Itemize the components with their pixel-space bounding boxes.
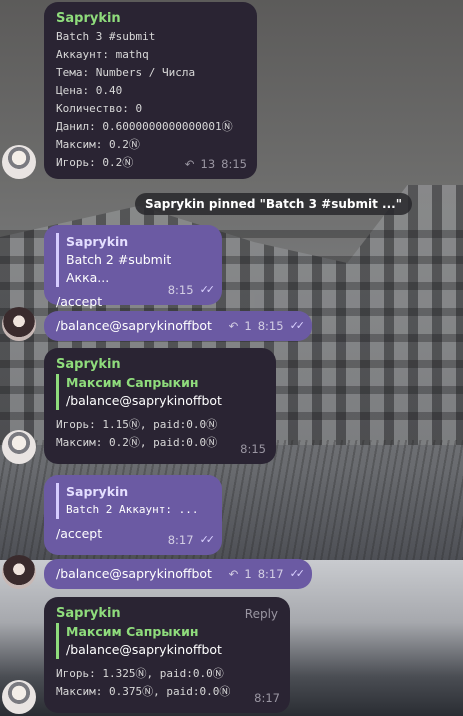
quote-sender: Максим Сапрыкин [66,624,199,639]
message-time: 8:17 [167,533,194,547]
quote-text: Batch 2 Аккаунт: ... [66,503,199,516]
reply-button[interactable]: Reply [245,605,278,623]
reply-arrow-icon[interactable]: ↶ [185,155,195,173]
message-batch3[interactable]: Saprykin Batch 3 #submit Аккаунт: mathq … [44,2,257,179]
double-check-icon: ✓✓ [199,533,216,546]
double-check-icon: ✓✓ [289,567,306,580]
message-time: 8:15 [221,157,247,171]
double-check-icon: ✓✓ [199,283,216,296]
pinned-service-message[interactable]: Saprykin pinned "Batch 3 #submit ..." [135,193,412,215]
message-meta: 8:17 [254,689,280,707]
message-time: 8:15 [257,319,284,333]
quote-sender: Saprykin [66,234,129,249]
message-meta: ↶ 1 8:15 ✓✓ [229,317,306,335]
reply-quote[interactable]: Saprykin Batch 2 Аккаунт: ... [56,483,210,519]
message-accept-1[interactable]: Saprykin Batch 2 #submit Акка... /accept… [44,225,222,309]
message-line: Batch 3 #submit [56,30,156,43]
message-line: Аккаунт: mathq [56,48,149,61]
message-line: Цена: 0.40 [56,84,123,97]
quote-sender: Максим Сапрыкин [66,375,199,390]
message-time: 8:17 [257,567,284,581]
message-line: Количество: 0 [56,102,143,115]
reply-arrow-icon[interactable]: ↶ [229,317,239,335]
message-meta: ↶ 13 8:15 [185,155,247,173]
message-time: 8:15 [167,283,194,297]
message-balance-2[interactable]: /balance@saprykinoffbot ↶ 1 8:17 ✓✓ [44,559,312,589]
message-meta: 8:17 ✓✓ [167,531,216,549]
reply-quote[interactable]: Максим Сапрыкин /balance@saprykinoffbot [56,374,264,410]
avatar[interactable] [2,145,36,179]
message-line: Максим: 0.375Ⓝ, paid:0.0Ⓝ [56,685,231,698]
quote-text: /balance@saprykinoffbot [66,393,222,408]
message-line: Максим: 0.2Ⓝ, paid:0.0Ⓝ [56,436,218,449]
reply-count: 1 [244,567,252,581]
message-balance-result-1[interactable]: Saprykin Максим Сапрыкин /balance@sapryk… [44,348,276,464]
message-sender: Saprykin [56,357,121,372]
message-line: Игорь: 1.325Ⓝ, paid:0.0Ⓝ [56,667,224,680]
reply-arrow-icon[interactable]: ↶ [229,565,239,583]
message-line: Максим: 0.2Ⓝ [56,138,140,151]
avatar[interactable] [2,555,36,589]
reply-quote[interactable]: Максим Сапрыкин /balance@saprykinoffbot [56,623,278,659]
avatar[interactable] [2,307,36,341]
avatar[interactable] [2,430,36,464]
avatar[interactable] [2,680,36,714]
message-time: 8:17 [254,691,280,705]
message-line: Тема: Numbers / Числа [56,66,196,79]
message-line: Данил: 0.6000000000000001Ⓝ [56,120,233,133]
message-time: 8:15 [240,442,266,456]
quote-text: /balance@saprykinoffbot [66,642,222,657]
message-meta: ↶ 1 8:17 ✓✓ [229,565,306,583]
reply-quote[interactable]: Saprykin Batch 2 #submit Акка... [56,233,210,287]
message-line: Игорь: 1.15Ⓝ, paid:0.0Ⓝ [56,418,218,431]
message-balance-1[interactable]: /balance@saprykinoffbot ↶ 1 8:15 ✓✓ [44,311,312,341]
message-meta: 8:15 [240,440,266,458]
reply-count: 1 [244,319,252,333]
reply-count: 13 [200,157,216,171]
message-sender: Saprykin [56,11,121,26]
message-accept-2[interactable]: Saprykin Batch 2 Аккаунт: ... /accept 8:… [44,475,222,555]
quote-sender: Saprykin [66,484,129,499]
message-meta: 8:15 ✓✓ [167,281,216,299]
message-balance-result-2[interactable]: Saprykin Reply Максим Сапрыкин /balance@… [44,597,290,713]
double-check-icon: ✓✓ [289,319,306,332]
